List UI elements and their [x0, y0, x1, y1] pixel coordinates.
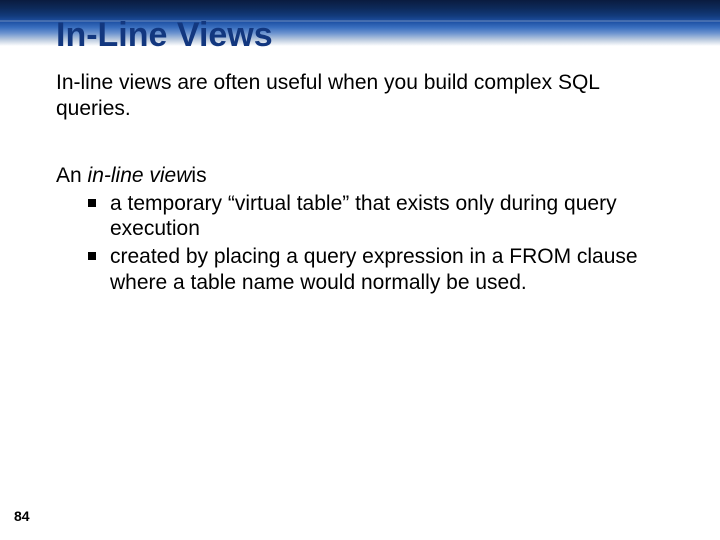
intro-text: In-line views are often useful when you … [56, 70, 666, 121]
page-number: 84 [14, 508, 30, 524]
list-item: a temporary “virtual table” that exists … [56, 191, 666, 242]
bullet-list: a temporary “virtual table” that exists … [56, 191, 666, 295]
slide-title: In-Line Views [56, 16, 273, 55]
definition-term: in-line view [88, 164, 192, 187]
definition-prefix: An [56, 164, 88, 187]
definition-suffix: is [191, 164, 206, 187]
definition-line: An in-line viewis [56, 163, 666, 189]
slide-content: In-line views are often useful when you … [56, 70, 666, 295]
list-item: created by placing a query expression in… [56, 244, 666, 295]
